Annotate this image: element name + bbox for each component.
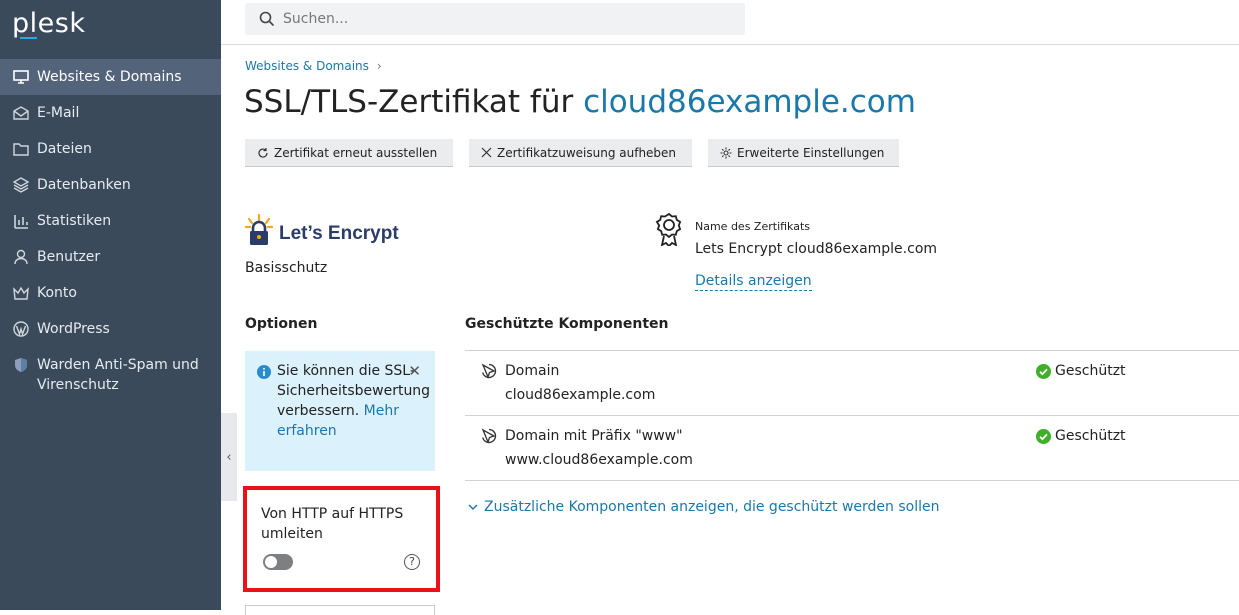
certificate-name-value: Lets Encrypt cloud86example.com — [695, 241, 938, 257]
sidebar-item-datenbanken[interactable]: Datenbanken — [0, 167, 221, 203]
sidebar-item-email[interactable]: E-Mail — [0, 95, 221, 131]
page-title-prefix: SSL/TLS-Zertifikat für — [244, 84, 584, 120]
gear-icon — [720, 147, 732, 158]
globe-cursor-icon — [481, 428, 497, 444]
bar-chart-icon — [12, 211, 30, 231]
sidebar-item-label: Websites & Domains — [37, 69, 182, 85]
sidebar-item-warden[interactable]: Warden Anti-Spam und Virenschutz — [0, 347, 221, 403]
check-circle-icon — [1036, 428, 1051, 444]
breadcrumb-link-websites-domains[interactable]: Websites & Domains — [245, 59, 369, 73]
shield-icon — [12, 355, 30, 375]
sidebar: plesk Websites & Domains E-Mail Dateien … — [0, 0, 221, 610]
info-text: Sie können die SSL-Sicherheitsbewertung … — [277, 363, 431, 419]
sidebar-item-konto[interactable]: Konto — [0, 275, 221, 311]
component-host: cloud86example.com — [505, 387, 656, 403]
globe-cursor-icon — [481, 363, 497, 379]
lets-encrypt-wordmark: Let’s Encrypt — [279, 223, 399, 244]
monitor-icon — [12, 67, 30, 87]
page-title: SSL/TLS-Zertifikat für cloud86example.co… — [244, 84, 916, 120]
chevron-left-icon: ‹ — [226, 449, 232, 465]
plesk-logo[interactable]: plesk — [12, 8, 85, 39]
advanced-settings-button[interactable]: Erweiterte Einstellungen — [708, 139, 899, 167]
user-icon — [12, 247, 30, 267]
mail-icon — [12, 103, 30, 123]
wordpress-icon — [12, 319, 30, 339]
sidebar-item-label: Datenbanken — [37, 177, 131, 193]
https-redirect-option: Von HTTP auf HTTPS umleiten ? — [243, 486, 440, 592]
help-icon[interactable]: ? — [404, 554, 420, 570]
status-label: Geschützt — [1055, 428, 1126, 444]
folder-icon — [12, 139, 30, 159]
database-icon — [12, 175, 30, 195]
reissue-label: Zertifikat erneut ausstellen — [274, 145, 438, 160]
advanced-label: Erweiterte Einstellungen — [737, 145, 885, 160]
table-row: Domain cloud86example.com Geschützt — [465, 351, 1239, 416]
sidebar-item-statistiken[interactable]: Statistiken — [0, 203, 221, 239]
breadcrumb: Websites & Domains › — [245, 59, 382, 73]
sidebar-item-label: Warden Anti-Spam und Virenschutz — [37, 357, 199, 393]
sidebar-item-wordpress[interactable]: WordPress — [0, 311, 221, 347]
show-details-link[interactable]: Details anzeigen — [695, 273, 812, 291]
close-icon — [481, 147, 492, 158]
options-heading: Optionen — [245, 316, 318, 332]
chevron-down-icon — [468, 504, 478, 510]
status-badge: Geschützt — [1036, 363, 1126, 379]
https-redirect-label: Von HTTP auf HTTPS umleiten — [261, 506, 404, 542]
reissue-certificate-button[interactable]: Zertifikat erneut ausstellen — [245, 139, 453, 167]
component-name: Domain — [505, 363, 560, 379]
show-more-label: Zusätzliche Komponenten anzeigen, die ge… — [484, 499, 940, 515]
components-heading: Geschützte Komponenten — [465, 316, 669, 332]
page-title-domain[interactable]: cloud86example.com — [583, 84, 916, 120]
refresh-icon — [258, 147, 268, 158]
sidebar-item-label: Statistiken — [37, 213, 112, 229]
search-placeholder: Suchen... — [283, 11, 349, 27]
chevron-right-icon: › — [376, 59, 382, 73]
check-circle-icon — [1036, 363, 1051, 379]
lets-encrypt-logo: Let’s Encrypt — [245, 214, 399, 246]
status-badge: Geschützt — [1036, 428, 1126, 444]
show-more-components-link[interactable]: Zusätzliche Komponenten anzeigen, die ge… — [468, 499, 939, 515]
sidebar-item-label: Benutzer — [37, 249, 101, 265]
crown-icon — [12, 283, 30, 303]
sidebar-item-label: Dateien — [37, 141, 92, 157]
sidebar-item-label: WordPress — [37, 321, 110, 337]
sidebar-item-websites-domains[interactable]: Websites & Domains — [0, 59, 221, 95]
https-redirect-toggle[interactable] — [263, 554, 293, 570]
component-name: Domain mit Präfix "www" — [505, 428, 683, 444]
sidebar-collapse-handle[interactable]: ‹ — [221, 413, 237, 501]
table-row: Domain mit Präfix "www" www.cloud86examp… — [465, 416, 1239, 481]
close-icon[interactable]: ✕ — [408, 361, 421, 381]
certificate-name-label: Name des Zertifikats — [695, 220, 811, 233]
top-bar: Suchen... — [221, 0, 1239, 45]
sidebar-item-dateien[interactable]: Dateien — [0, 131, 221, 167]
search-icon — [259, 11, 275, 27]
component-host: www.cloud86example.com — [505, 452, 693, 468]
info-box: ✕ Sie können die SSL-Sicherheitsbewertun… — [245, 351, 435, 471]
unassign-certificate-button[interactable]: Zertifikatzuweisung aufheben — [469, 139, 692, 167]
padlock-sun-icon — [245, 214, 273, 245]
search-input[interactable]: Suchen... — [245, 3, 745, 35]
info-icon — [257, 365, 271, 379]
protection-level: Basisschutz — [245, 260, 328, 276]
unassign-label: Zertifikatzuweisung aufheben — [497, 145, 677, 160]
logo-underline — [20, 37, 37, 39]
sidebar-item-label: E-Mail — [37, 105, 80, 121]
sidebar-nav: Websites & Domains E-Mail Dateien Datenb… — [0, 59, 221, 403]
certificate-badge-icon — [655, 212, 683, 250]
status-label: Geschützt — [1055, 363, 1126, 379]
components-table: Domain cloud86example.com Geschützt Doma… — [465, 350, 1239, 481]
next-option-card — [245, 605, 435, 615]
sidebar-item-label: Konto — [37, 285, 77, 301]
sidebar-item-benutzer[interactable]: Benutzer — [0, 239, 221, 275]
